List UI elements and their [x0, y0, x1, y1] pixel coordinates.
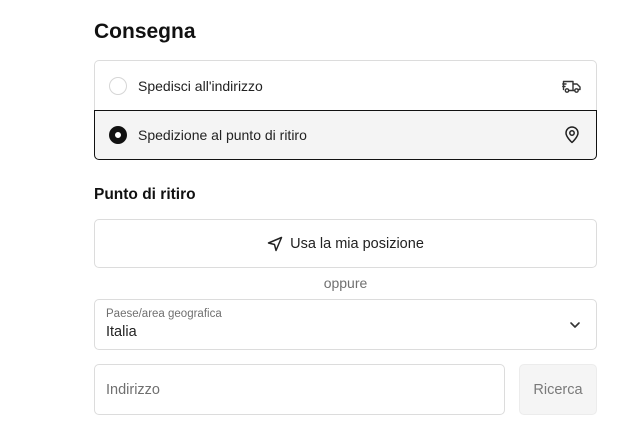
truck-icon	[562, 76, 582, 96]
address-input[interactable]	[94, 364, 505, 415]
use-my-location-button[interactable]: Usa la mia posizione	[94, 219, 597, 268]
map-pin-icon	[562, 125, 582, 145]
ship-to-address-label: Spedisci all'indirizzo	[138, 77, 263, 94]
ship-to-address-radio[interactable]	[109, 76, 127, 95]
country-select-label: Paese/area geografica	[106, 308, 222, 320]
delivery-title: Consegna	[94, 20, 196, 43]
pickup-point-radio[interactable]	[109, 126, 127, 144]
chevron-down-icon	[570, 322, 580, 328]
or-divider-text: oppure	[323, 275, 368, 291]
use-my-location-label: Usa la mia posizione	[290, 235, 424, 252]
pickup-point-title: Punto di ritiro	[94, 186, 196, 203]
navigation-arrow-icon	[267, 236, 283, 251]
ship-to-address-option[interactable]: Spedisci all'indirizzo	[94, 60, 597, 110]
search-button[interactable]: Ricerca	[519, 364, 597, 415]
country-select[interactable]: Paese/area geografica Italia	[94, 299, 597, 350]
delivery-options: Spedisci all'indirizzo Spedizione al pun…	[94, 60, 597, 160]
pickup-point-label: Spedizione al punto di ritiro	[138, 127, 307, 143]
country-select-value: Italia	[106, 324, 137, 340]
pickup-point-option[interactable]: Spedizione al punto di ritiro	[94, 110, 597, 160]
